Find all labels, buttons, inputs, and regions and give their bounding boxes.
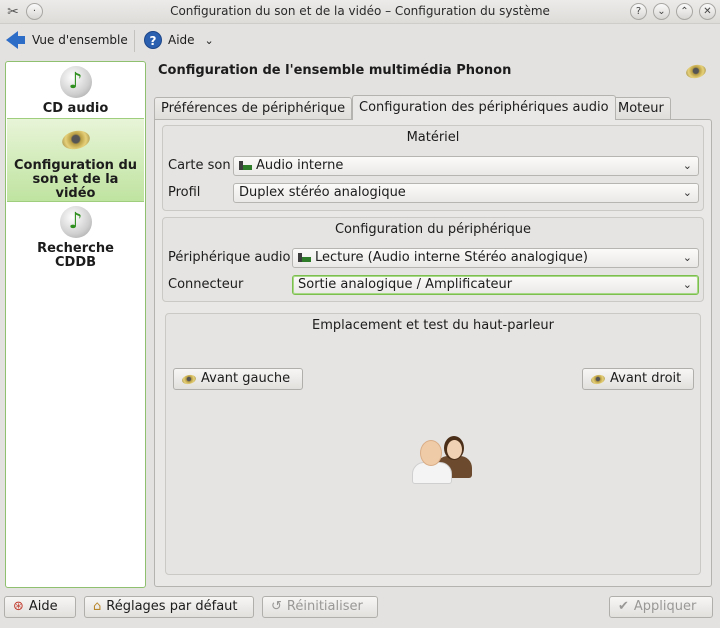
sidebar-item-cd-audio[interactable]: ♪ CD audio (7, 66, 144, 118)
sidebar-item-label: Configuration du son et de la vidéo (13, 158, 138, 201)
apply-button-label: Appliquer (633, 599, 697, 614)
sound-card-value: Audio interne (256, 158, 344, 173)
sidebar: ♪ CD audio Configuration du son et de la… (5, 61, 146, 588)
apply-button[interactable]: ✔ Appliquer (609, 596, 713, 618)
help-button[interactable]: ⊛ Aide (4, 596, 76, 618)
help-toolbar-label: Aide (168, 33, 195, 47)
sidebar-item-label: Recherche CDDB (37, 241, 114, 270)
speaker-icon (181, 373, 197, 385)
lifebuoy-icon: ⊛ (13, 599, 24, 614)
speaker-test-title: Emplacement et test du haut-parleur (312, 318, 554, 333)
reset-button-label: Réinitialiser (286, 599, 363, 614)
defaults-icon: ⌂ (93, 599, 102, 614)
reset-button[interactable]: ↺ Réinitialiser (262, 596, 378, 618)
chevron-down-icon: ⌄ (682, 159, 692, 172)
maximize-button[interactable]: ⌃ (676, 3, 693, 20)
device-group-title: Configuration du périphérique (334, 222, 532, 237)
minimize-button[interactable]: ⌄ (653, 3, 670, 20)
sidebar-item-cddb[interactable]: ♪ Recherche CDDB (7, 206, 144, 272)
toolbar: Vue d'ensemble ? Aide ⌄ (0, 24, 720, 56)
close-button[interactable]: ✕ (699, 3, 716, 20)
reset-icon: ↺ (271, 599, 282, 614)
front-right-label: Avant droit (610, 371, 682, 386)
help-toolbar-button[interactable]: ? Aide ⌄ (144, 28, 214, 52)
page-title: Configuration de l'ensemble multimédia P… (158, 63, 512, 78)
front-left-speaker-button[interactable]: Avant gauche (173, 368, 303, 390)
help-icon: ? (144, 31, 162, 49)
sidebar-item-sound-video[interactable]: Configuration du son et de la vidéo (7, 118, 144, 202)
hardware-group: Matériel Carte son Audio interne ⌄ Profi… (162, 125, 704, 211)
tab-panel: Matériel Carte son Audio interne ⌄ Profi… (154, 119, 712, 587)
hardware-group-title: Matériel (406, 130, 460, 145)
speaker-icon (59, 125, 93, 153)
audio-device-select[interactable]: Lecture (Audio interne Stéréo analogique… (292, 248, 699, 268)
profile-value: Duplex stéréo analogique (239, 185, 406, 200)
chevron-down-icon: ⌄ (682, 278, 692, 291)
listener-icon (410, 430, 476, 486)
window-title: Configuration du son et de la vidéo – Co… (170, 4, 550, 18)
sound-card-icon (239, 160, 252, 172)
connector-label: Connecteur (168, 277, 244, 292)
sound-card-select[interactable]: Audio interne ⌄ (233, 156, 699, 176)
tab-audio-hardware-setup[interactable]: Configuration des périphériques audio (352, 95, 616, 120)
overview-label: Vue d'ensemble (32, 33, 128, 47)
checkmark-icon: ✔ (618, 599, 629, 614)
sound-card-icon (298, 252, 311, 264)
tab-device-preferences[interactable]: Préférences de périphérique (154, 97, 353, 119)
defaults-button-label: Réglages par défaut (106, 599, 238, 614)
cd-music-icon: ♪ (59, 66, 92, 98)
back-arrow-icon (6, 31, 25, 49)
window-titlebar: ✂ · Configuration du son et de la vidéo … (0, 0, 720, 24)
overview-button[interactable]: Vue d'ensemble (6, 28, 128, 52)
help-menu-arrow-icon[interactable]: ⌄ (205, 34, 214, 47)
profile-label: Profil (168, 185, 201, 200)
help-button-label: Aide (28, 599, 58, 614)
help-window-button[interactable]: ? (630, 3, 647, 20)
front-left-label: Avant gauche (201, 371, 291, 386)
device-config-group: Configuration du périphérique Périphériq… (162, 217, 704, 302)
connector-value: Sortie analogique / Amplificateur (298, 277, 513, 292)
toolbar-separator (134, 30, 135, 52)
front-right-speaker-button[interactable]: Avant droit (582, 368, 694, 390)
chevron-down-icon: ⌄ (682, 186, 692, 199)
cd-music-icon: ♪ (59, 206, 92, 238)
profile-select[interactable]: Duplex stéréo analogique ⌄ (233, 183, 699, 203)
tab-backend[interactable]: Moteur (611, 97, 671, 119)
sidebar-item-label: CD audio (42, 101, 109, 116)
defaults-button[interactable]: ⌂ Réglages par défaut (84, 596, 254, 618)
speaker-icon (684, 63, 708, 81)
audio-device-value: Lecture (Audio interne Stéréo analogique… (315, 250, 588, 265)
sound-card-label: Carte son (168, 158, 231, 173)
chevron-down-icon: ⌄ (682, 251, 692, 264)
speaker-icon (590, 373, 606, 385)
audio-device-label: Périphérique audio (168, 250, 291, 265)
connector-select[interactable]: Sortie analogique / Amplificateur ⌄ (292, 275, 699, 295)
